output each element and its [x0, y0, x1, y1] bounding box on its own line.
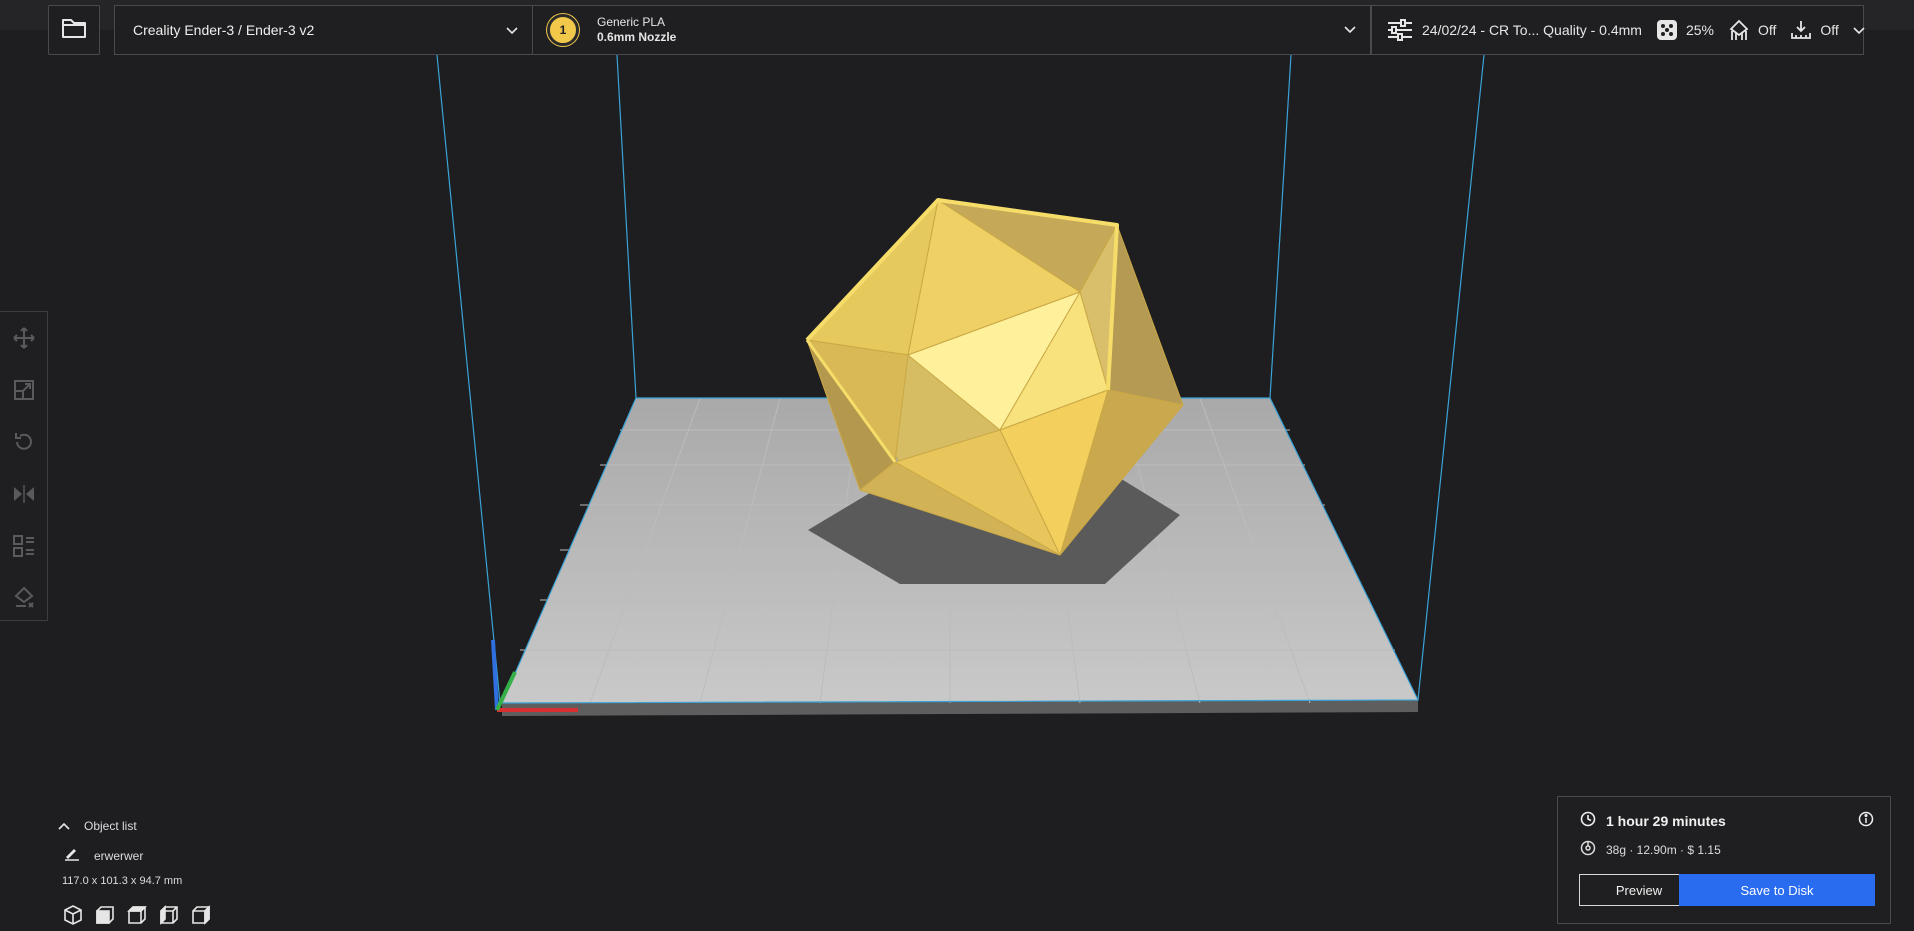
chevron-down-icon — [1344, 23, 1356, 37]
chevron-down-icon — [1853, 22, 1865, 38]
adhesion-value: Off — [1820, 22, 1839, 38]
info-icon[interactable] — [1858, 811, 1874, 832]
mirror-icon — [12, 482, 36, 511]
cube-3d-icon — [64, 905, 82, 925]
printer-selector[interactable]: Creality Ender-3 / Ender-3 v2 — [114, 5, 533, 55]
view-3d-button[interactable] — [62, 903, 94, 927]
view-left-button[interactable] — [158, 903, 190, 927]
material-name: Generic PLA — [597, 15, 666, 29]
camera-view-buttons — [62, 903, 222, 927]
print-settings-selector[interactable]: 24/02/24 - CR To... Quality - 0.4mm 25% … — [1371, 5, 1865, 55]
print-summary-panel: 1 hour 29 minutes 38g · 12.90m · $ 1.15 … — [1557, 796, 1891, 924]
rotate-icon — [12, 430, 36, 459]
printer-name: Creality Ender-3 / Ender-3 v2 — [133, 22, 315, 38]
support-icon — [1728, 19, 1750, 41]
nozzle-size: 0.6mm Nozzle — [597, 30, 677, 44]
material-selector[interactable]: 1 Generic PLA 0.6mm Nozzle — [533, 5, 1371, 55]
cube-right-icon — [192, 905, 210, 925]
adhesion-icon — [1790, 19, 1812, 41]
chevron-up-icon — [58, 819, 70, 833]
scale-tool-button[interactable] — [10, 378, 38, 406]
object-dimensions: 117.0 x 101.3 x 94.7 mm — [62, 875, 183, 887]
support-value: Off — [1757, 22, 1777, 38]
profile-name: 24/02/24 - CR To... Quality - 0.4mm — [1422, 22, 1642, 38]
move-tool-button[interactable] — [10, 326, 38, 354]
3d-viewport[interactable] — [0, 0, 1914, 931]
cube-front-icon — [96, 906, 114, 924]
infill-icon — [1656, 19, 1678, 41]
cube-top-icon — [127, 906, 147, 924]
object-list-panel: Object list erwerwer 117.0 x 101.3 x 94.… — [58, 815, 358, 931]
move-icon — [12, 326, 36, 355]
extruder-badge: 1 — [547, 14, 579, 46]
material-usage: 38g · 12.90m · $ 1.15 — [1606, 842, 1721, 857]
folder-icon — [61, 17, 87, 44]
open-file-button[interactable] — [48, 5, 100, 55]
cube-left-icon — [160, 905, 178, 925]
support-blocker-button[interactable] — [10, 586, 38, 614]
object-list-label: Object list — [84, 819, 137, 833]
support-blocker-icon — [12, 586, 36, 615]
save-to-disk-button[interactable]: Save to Disk — [1679, 874, 1875, 906]
tool-panel — [0, 311, 48, 621]
spool-icon — [1580, 840, 1596, 859]
scale-icon — [12, 378, 36, 407]
print-time: 1 hour 29 minutes — [1606, 812, 1726, 829]
view-right-button[interactable] — [190, 903, 222, 927]
view-top-button[interactable] — [126, 903, 158, 927]
rotate-tool-button[interactable] — [10, 430, 38, 458]
sliders-icon — [1386, 19, 1414, 41]
view-front-button[interactable] — [94, 903, 126, 927]
object-list-toggle[interactable]: Object list — [58, 819, 137, 833]
clock-icon — [1580, 811, 1596, 830]
pencil-icon — [64, 847, 80, 864]
per-model-settings-icon — [12, 534, 36, 563]
mirror-tool-button[interactable] — [10, 482, 38, 510]
object-list-item[interactable]: erwerwer — [64, 847, 143, 864]
object-name: erwerwer — [94, 848, 144, 863]
infill-value: 25% — [1685, 22, 1714, 38]
per-model-settings-button[interactable] — [10, 534, 38, 562]
chevron-down-icon — [506, 22, 518, 38]
